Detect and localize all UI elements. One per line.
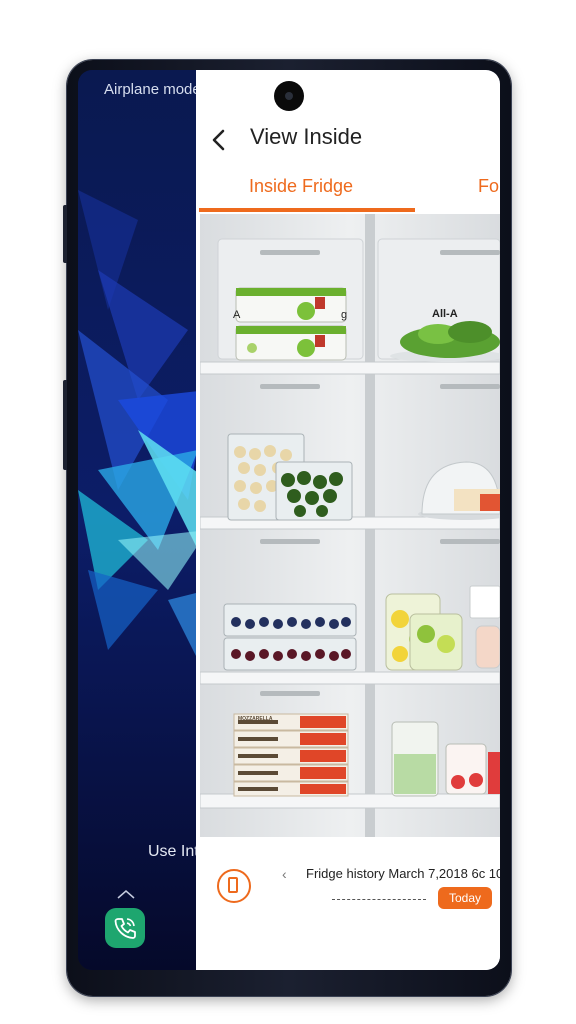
salad-label: All-A [432, 308, 458, 320]
fridge-history-text: Fridge history March 7,2018 6c 10A [306, 866, 500, 881]
wallpaper-image [78, 70, 208, 970]
front-camera [274, 81, 304, 111]
view-inside-panel: View Inside Inside Fridge Fo A g All-A M… [196, 70, 500, 970]
chevron-up-icon[interactable] [116, 888, 136, 900]
history-bar: ‹ Fridge history March 7,2018 6c 10A Tod… [196, 837, 500, 970]
smartphone-icon[interactable] [217, 869, 251, 903]
today-button[interactable]: Today [438, 887, 492, 909]
call-button[interactable] [105, 908, 145, 948]
home-hint-text: Use Int [148, 843, 199, 860]
phone-call-icon [114, 918, 136, 939]
phone-screen: Airplane mode Use Int View Inside Inside… [78, 70, 500, 970]
chevron-left-icon[interactable] [208, 126, 230, 154]
container-label-right: g [341, 309, 348, 321]
fridge-interior-image: A g All-A MOZZARELLA [200, 214, 500, 837]
pizza-label: MOZZARELLA [238, 716, 273, 722]
active-tab-indicator [199, 208, 415, 212]
bixby-button [63, 380, 67, 470]
airplane-mode-text: Airplane mode [104, 81, 201, 98]
volume-button [63, 205, 67, 263]
container-label-left: A [233, 309, 241, 321]
history-timeline[interactable] [332, 899, 426, 900]
page-title: View Inside [250, 124, 363, 149]
chevron-left-icon[interactable]: ‹ [282, 866, 287, 882]
tab-food[interactable]: Fo [478, 176, 499, 197]
tab-inside-fridge[interactable]: Inside Fridge [249, 176, 353, 197]
